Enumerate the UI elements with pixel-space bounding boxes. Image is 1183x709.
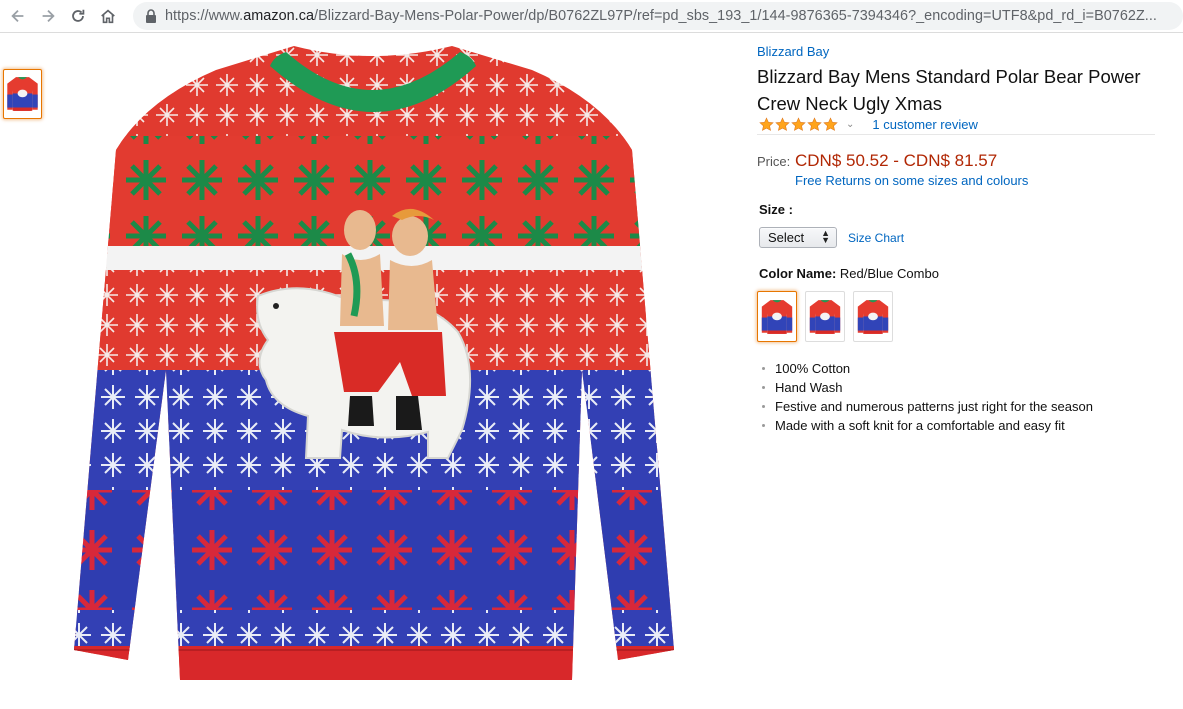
chevron-down-icon[interactable]: ⌄ [846, 119, 854, 130]
size-dropdown[interactable]: Select ▲ ▼ [759, 227, 837, 248]
product-title: Blizzard Bay Mens Standard Polar Bear Po… [757, 66, 1141, 114]
divider [757, 134, 1155, 135]
sweater-swatch-image [761, 299, 793, 334]
price-label: Price: [757, 154, 791, 169]
star-icon [807, 117, 822, 131]
star-icon [791, 117, 806, 131]
size-label: Size : [759, 202, 793, 217]
star-icon [759, 117, 774, 131]
reload-icon [72, 9, 85, 22]
rating-row: ⌄ 1 customer review [759, 117, 978, 132]
forward-button[interactable] [33, 1, 63, 31]
browser-toolbar: https://www.amazon.ca/Blizzard-Bay-Mens-… [0, 0, 1183, 33]
sweater-thumbnail-image [7, 77, 38, 111]
price-value: CDN$ 50.52 - CDN$ 81.57 [795, 151, 998, 170]
url-prefix: https://www. [165, 8, 244, 24]
color-name: Color Name: Red/Blue Combo [759, 266, 939, 281]
lock-icon [146, 9, 156, 23]
size-dropdown-value: Select [768, 230, 805, 245]
customer-review-link[interactable]: 1 customer review [872, 117, 977, 132]
back-arrow-icon [11, 9, 24, 23]
sweater-image [74, 46, 674, 680]
star-rating[interactable] [759, 117, 838, 132]
product-thumbnail[interactable] [3, 69, 42, 119]
url-host: amazon.ca [243, 8, 315, 24]
feature-bullet: Made with a soft knit for a comfortable … [759, 416, 1093, 435]
sweater-swatch-image [857, 299, 889, 334]
feature-bullets: 100% Cotton Hand Wash Festive and numero… [759, 359, 1093, 435]
color-swatches [757, 291, 893, 342]
sweater-swatch-image [809, 299, 841, 334]
main-product-image[interactable] [62, 40, 686, 709]
color-swatch[interactable] [805, 291, 845, 342]
feature-bullet: Festive and numerous patterns just right… [759, 397, 1093, 416]
address-bar[interactable]: https://www.amazon.ca/Blizzard-Bay-Mens-… [133, 2, 1183, 30]
color-label: Color Name: [759, 266, 837, 281]
star-icon [775, 117, 790, 131]
color-value: Red/Blue Combo [839, 266, 939, 281]
feature-bullet: 100% Cotton [759, 359, 1093, 378]
url-path: /Blizzard-Bay-Mens-Polar-Power/dp/B0762Z… [314, 8, 1157, 24]
color-swatch[interactable] [853, 291, 893, 342]
color-swatch[interactable] [757, 291, 797, 342]
back-button[interactable] [3, 1, 33, 31]
select-arrows-icon: ▲ ▼ [821, 228, 830, 245]
reload-button[interactable] [63, 1, 93, 31]
forward-arrow-icon [42, 9, 55, 23]
home-button[interactable] [93, 1, 123, 31]
free-returns-link[interactable]: Free Returns on some sizes and colours [795, 173, 1028, 188]
home-icon [101, 9, 115, 24]
brand-link[interactable]: Blizzard Bay [757, 44, 829, 59]
size-chart-link[interactable]: Size Chart [848, 231, 904, 245]
price-row: Price: CDN$ 50.52 - CDN$ 81.57 [757, 151, 997, 171]
feature-bullet: Hand Wash [759, 378, 1093, 397]
star-icon [823, 117, 838, 131]
url-text: https://www.amazon.ca/Blizzard-Bay-Mens-… [165, 8, 1157, 24]
